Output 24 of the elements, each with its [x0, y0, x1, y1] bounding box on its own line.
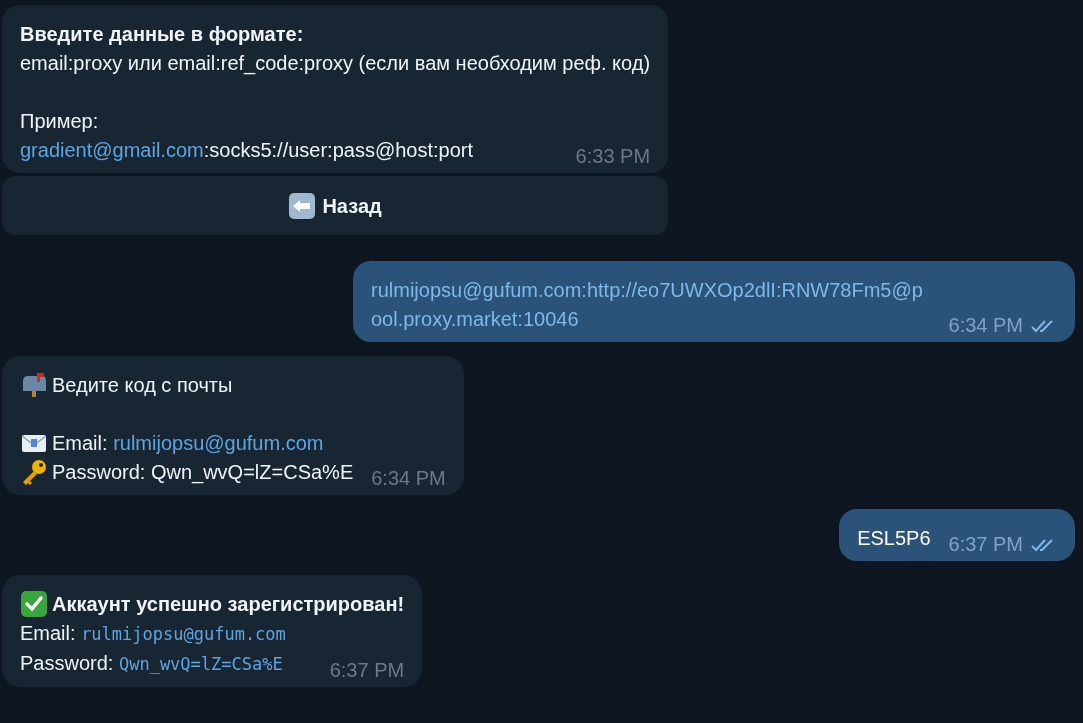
- message-text: email:proxy или email:ref_code:proxy (если вам необходим реф. код): [20, 51, 651, 77]
- back-button[interactable]: Назад: [2, 176, 669, 235]
- message-time: 6:33 PM: [575, 144, 651, 169]
- email-link[interactable]: rulmijopsu@gufum.com: [113, 432, 324, 454]
- message-text: Аккаунт успешно зарегистрирован!: [52, 592, 405, 617]
- message-time: 6:34 PM: [371, 466, 446, 491]
- email-link[interactable]: gradient@gmail.com: [20, 139, 204, 161]
- message-text: gradient@gmail.com:socks5://user:pass@host:port: [20, 138, 474, 163]
- mailbox-icon: [20, 371, 48, 399]
- message-text: Email: rulmijopsu@gufum.com: [20, 621, 286, 646]
- check-mark-icon: [20, 590, 48, 618]
- message-text: Пример:: [20, 109, 99, 134]
- message-text: Password: Qwn_wvQ=lZ=CSa%E: [52, 460, 354, 486]
- message-time: 6:37 PM: [948, 532, 1023, 557]
- code-text[interactable]: Qwn_wvQ=lZ=CSa%E: [118, 654, 283, 674]
- message-text: Password: Qwn_wvQ=lZ=CSa%E: [20, 651, 283, 676]
- message-text: Введите данные в формате:: [20, 22, 304, 47]
- message-text: Email: rulmijopsu@gufum.com: [52, 431, 324, 456]
- code-text[interactable]: rulmijopsu@gufum.com: [81, 624, 286, 644]
- message-text: ESL5P6: [857, 526, 931, 551]
- link-text[interactable]: rulmijopsu@gufum.com:http://eo7UWXOp2dlI:RNW78Fm5@pool.proxy.market:10046: [371, 276, 931, 334]
- message-text: Ведите код с почты: [52, 373, 233, 398]
- message-time: 6:34 PM: [948, 313, 1023, 338]
- message-time: 6:37 PM: [329, 658, 405, 683]
